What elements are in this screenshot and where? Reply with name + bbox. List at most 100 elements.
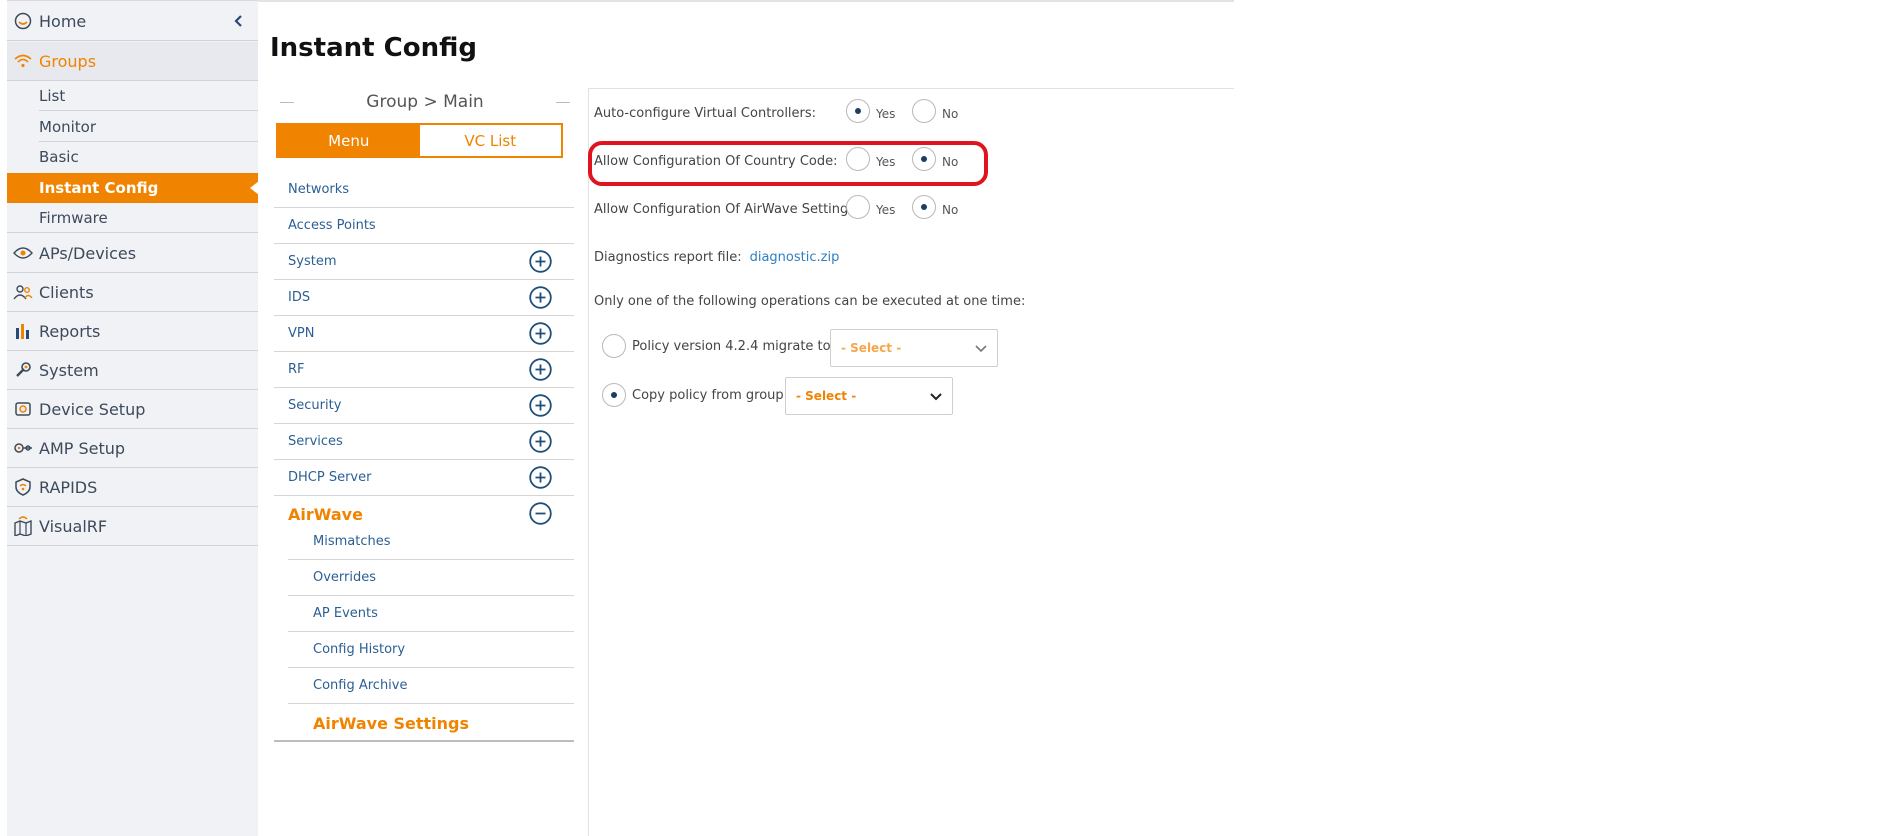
menu-ids[interactable]: IDS	[274, 280, 574, 316]
menu-services[interactable]: Services	[274, 424, 574, 460]
menu-tab[interactable]: Menu	[278, 125, 420, 156]
policy-migrate-select-value: - Select -	[841, 341, 902, 355]
auto-configure-label: Auto-configure Virtual Controllers:	[594, 105, 817, 121]
expand-plus-icon[interactable]	[529, 322, 552, 345]
auto-configure-no-radio[interactable]	[912, 99, 936, 123]
nav-device-setup[interactable]: Device Setup	[7, 390, 258, 429]
users-icon	[12, 281, 34, 303]
expand-plus-icon[interactable]	[529, 286, 552, 309]
app-frame: Home Groups List Monitor Basic Instant C…	[0, 0, 1897, 836]
menu-rf-label: RF	[288, 362, 305, 377]
eye-icon	[12, 242, 34, 264]
auto-configure-yes-radio[interactable]	[846, 99, 870, 123]
subnav-firmware[interactable]: Firmware	[7, 203, 258, 233]
menu-access-points[interactable]: Access Points	[274, 208, 574, 244]
nav-reports-label: Reports	[39, 321, 101, 341]
nav-amp-setup-label: AMP Setup	[39, 438, 126, 458]
policy-migrate-radio[interactable]	[602, 334, 626, 358]
diagnostics-row: Diagnostics report file: diagnostic.zip	[594, 242, 839, 272]
collapse-chevron-icon[interactable]	[232, 13, 246, 27]
breadcrumb-dash-right	[555, 101, 570, 103]
expand-plus-icon[interactable]	[529, 466, 552, 489]
nav-visualrf-label: VisualRF	[39, 516, 108, 536]
expand-plus-icon[interactable]	[529, 250, 552, 273]
nav-home-label: Home	[39, 11, 87, 31]
airwave-config-history[interactable]: Config History	[288, 632, 574, 668]
nav-clients[interactable]: Clients	[7, 273, 258, 312]
nav-reports[interactable]: Reports	[7, 312, 258, 351]
subnav-instant-config[interactable]: Instant Config	[7, 173, 259, 203]
expand-plus-icon[interactable]	[529, 394, 552, 417]
menu-rf[interactable]: RF	[274, 352, 574, 388]
operations-note: Only one of the following operations can…	[594, 293, 1026, 309]
expand-plus-icon[interactable]	[529, 430, 552, 453]
menu-vclist-toggle: Menu VC List	[276, 123, 563, 158]
menu-airwave-label: AirWave	[288, 504, 363, 524]
nav-home[interactable]: Home	[7, 2, 258, 41]
policy-migrate-select[interactable]: - Select -	[830, 329, 998, 367]
subnav-monitor[interactable]: Monitor	[7, 112, 258, 142]
subnav-monitor-label: Monitor	[39, 118, 97, 136]
subnav-list[interactable]: List	[7, 81, 258, 111]
nav-amp-setup[interactable]: AMP Setup	[7, 429, 258, 468]
copy-policy-select[interactable]: - Select -	[785, 377, 953, 415]
policy-migrate-label: Policy version 4.2.4 migrate to:	[632, 338, 835, 354]
nav-system[interactable]: System	[7, 351, 258, 390]
menu-dhcp-server[interactable]: DHCP Server	[274, 460, 574, 496]
airwave-settings-yes-radio[interactable]	[846, 195, 870, 219]
breadcrumb-dash-left	[280, 101, 294, 103]
wrench-icon	[12, 359, 34, 381]
nav-rapids[interactable]: RAPIDS	[7, 468, 258, 507]
airwave-config-history-label: Config History	[313, 642, 406, 657]
menu-dhcp-server-label: DHCP Server	[288, 470, 372, 485]
home-icon	[12, 10, 34, 32]
menu-security-label: Security	[288, 398, 342, 413]
airwave-mismatches[interactable]: Mismatches	[288, 524, 574, 560]
airwave-settings-label: AirWave Settings	[313, 713, 470, 733]
menu-access-points-label: Access Points	[288, 218, 376, 233]
top-divider	[258, 0, 1234, 2]
airwave-config-archive[interactable]: Config Archive	[288, 668, 574, 704]
copy-policy-radio[interactable]	[602, 383, 626, 407]
chevron-down-icon	[975, 343, 987, 353]
breadcrumb-text: Group > Main	[366, 92, 484, 112]
menu-system-label: System	[288, 254, 337, 269]
menu-security[interactable]: Security	[274, 388, 574, 424]
menu-system[interactable]: System	[274, 244, 574, 280]
airwave-settings[interactable]: AirWave Settings	[274, 706, 574, 742]
nav-aps-devices[interactable]: APs/Devices	[7, 234, 258, 273]
subnav-list-label: List	[39, 87, 66, 105]
menu-services-label: Services	[288, 434, 343, 449]
airwave-config-archive-label: Config Archive	[313, 678, 408, 693]
nav-groups[interactable]: Groups	[7, 42, 258, 81]
auto-configure-no-label: No	[942, 107, 959, 121]
airwave-overrides-label: Overrides	[313, 570, 377, 585]
airwave-ap-events[interactable]: AP Events	[288, 596, 574, 632]
auto-configure-yes-label: Yes	[876, 107, 896, 121]
diagnostics-link[interactable]: diagnostic.zip	[750, 250, 840, 265]
airwave-ap-events-label: AP Events	[313, 606, 378, 621]
expand-plus-icon[interactable]	[529, 358, 552, 381]
shield-icon	[12, 476, 34, 498]
nav-system-label: System	[39, 360, 99, 380]
map-icon	[12, 515, 34, 537]
menu-networks[interactable]: Networks	[274, 172, 574, 208]
page-title: Instant Config	[270, 33, 477, 63]
collapse-minus-icon[interactable]	[529, 502, 552, 525]
airwave-settings-yes-label: Yes	[876, 203, 896, 217]
vc-list-tab[interactable]: VC List	[419, 125, 561, 156]
airwave-settings-no-label: No	[942, 203, 959, 217]
subnav-instant-config-label: Instant Config	[39, 179, 159, 197]
breadcrumb: Group > Main	[280, 92, 570, 112]
menu-vpn[interactable]: VPN	[274, 316, 574, 352]
toggle-gears-icon	[12, 437, 34, 459]
airwave-overrides[interactable]: Overrides	[288, 560, 574, 596]
airwave-mismatches-label: Mismatches	[313, 534, 391, 549]
airwave-settings-no-radio[interactable]	[912, 195, 936, 219]
nav-rapids-label: RAPIDS	[39, 477, 98, 497]
subnav-basic[interactable]: Basic	[7, 142, 258, 172]
nav-clients-label: Clients	[39, 282, 94, 302]
nav-visualrf[interactable]: VisualRF	[7, 507, 258, 546]
nav-aps-devices-label: APs/Devices	[39, 243, 137, 263]
subnav-basic-label: Basic	[39, 148, 79, 166]
